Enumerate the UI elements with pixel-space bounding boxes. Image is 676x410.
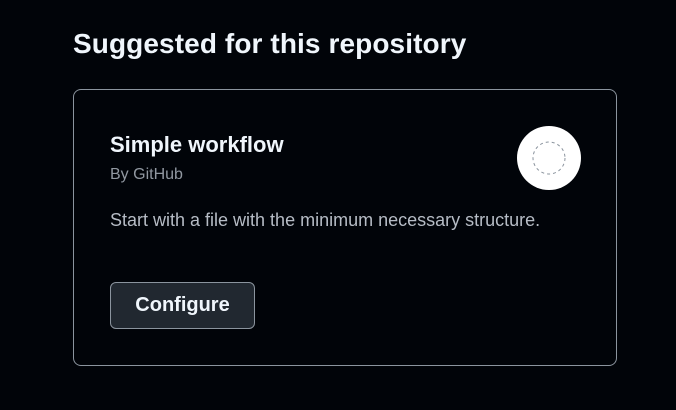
- workflow-author: By GitHub: [110, 166, 183, 183]
- dashed-circle-icon: [532, 141, 566, 175]
- workflow-title: Simple workflow: [110, 132, 284, 157]
- workflow-description: Start with a file with the minimum neces…: [110, 210, 541, 230]
- section-title: Suggested for this repository: [73, 28, 467, 59]
- workflow-card: Simple workflow By GitHub Start with a f…: [73, 89, 617, 366]
- configure-button[interactable]: Configure: [110, 282, 255, 329]
- workflow-logo: [517, 126, 581, 190]
